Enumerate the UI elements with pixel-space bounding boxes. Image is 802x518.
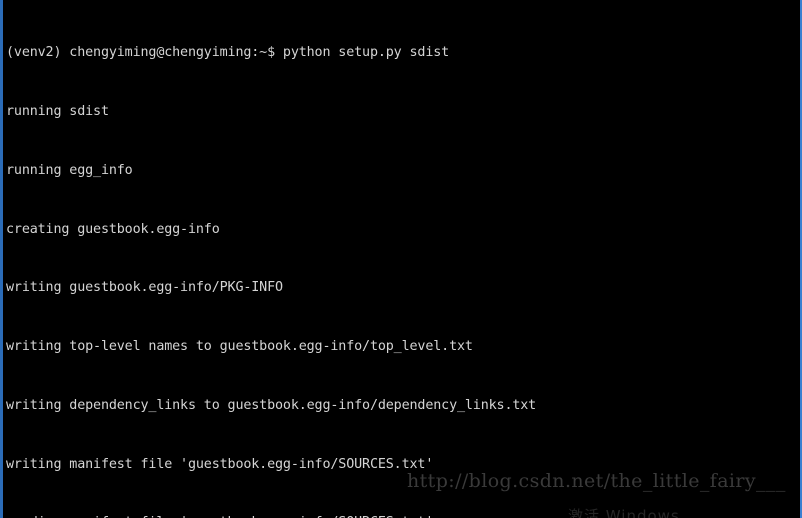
terminal-line: running egg_info (6, 162, 133, 178)
terminal-output[interactable]: (venv2) chengyiming@chengyiming:~$ pytho… (3, 0, 800, 518)
terminal-line: reading manifest file 'guestbook.egg-inf… (6, 513, 800, 518)
terminal-window: http://blog.csdn.net/the_little_fairy___… (0, 0, 802, 518)
terminal-line: writing guestbook.egg-info/PKG-INFO (6, 280, 283, 296)
terminal-line: (venv2) chengyiming@chengyiming:~$ pytho… (6, 45, 450, 61)
terminal-line: writing dependency_links to guestbook.eg… (6, 397, 537, 413)
terminal-line: writing top-level names to guestbook.egg… (6, 339, 473, 355)
terminal-line: writing manifest file 'guestbook.egg-inf… (6, 456, 434, 472)
terminal-line: creating guestbook.egg-info (6, 221, 220, 237)
terminal-line: running sdist (6, 103, 109, 119)
